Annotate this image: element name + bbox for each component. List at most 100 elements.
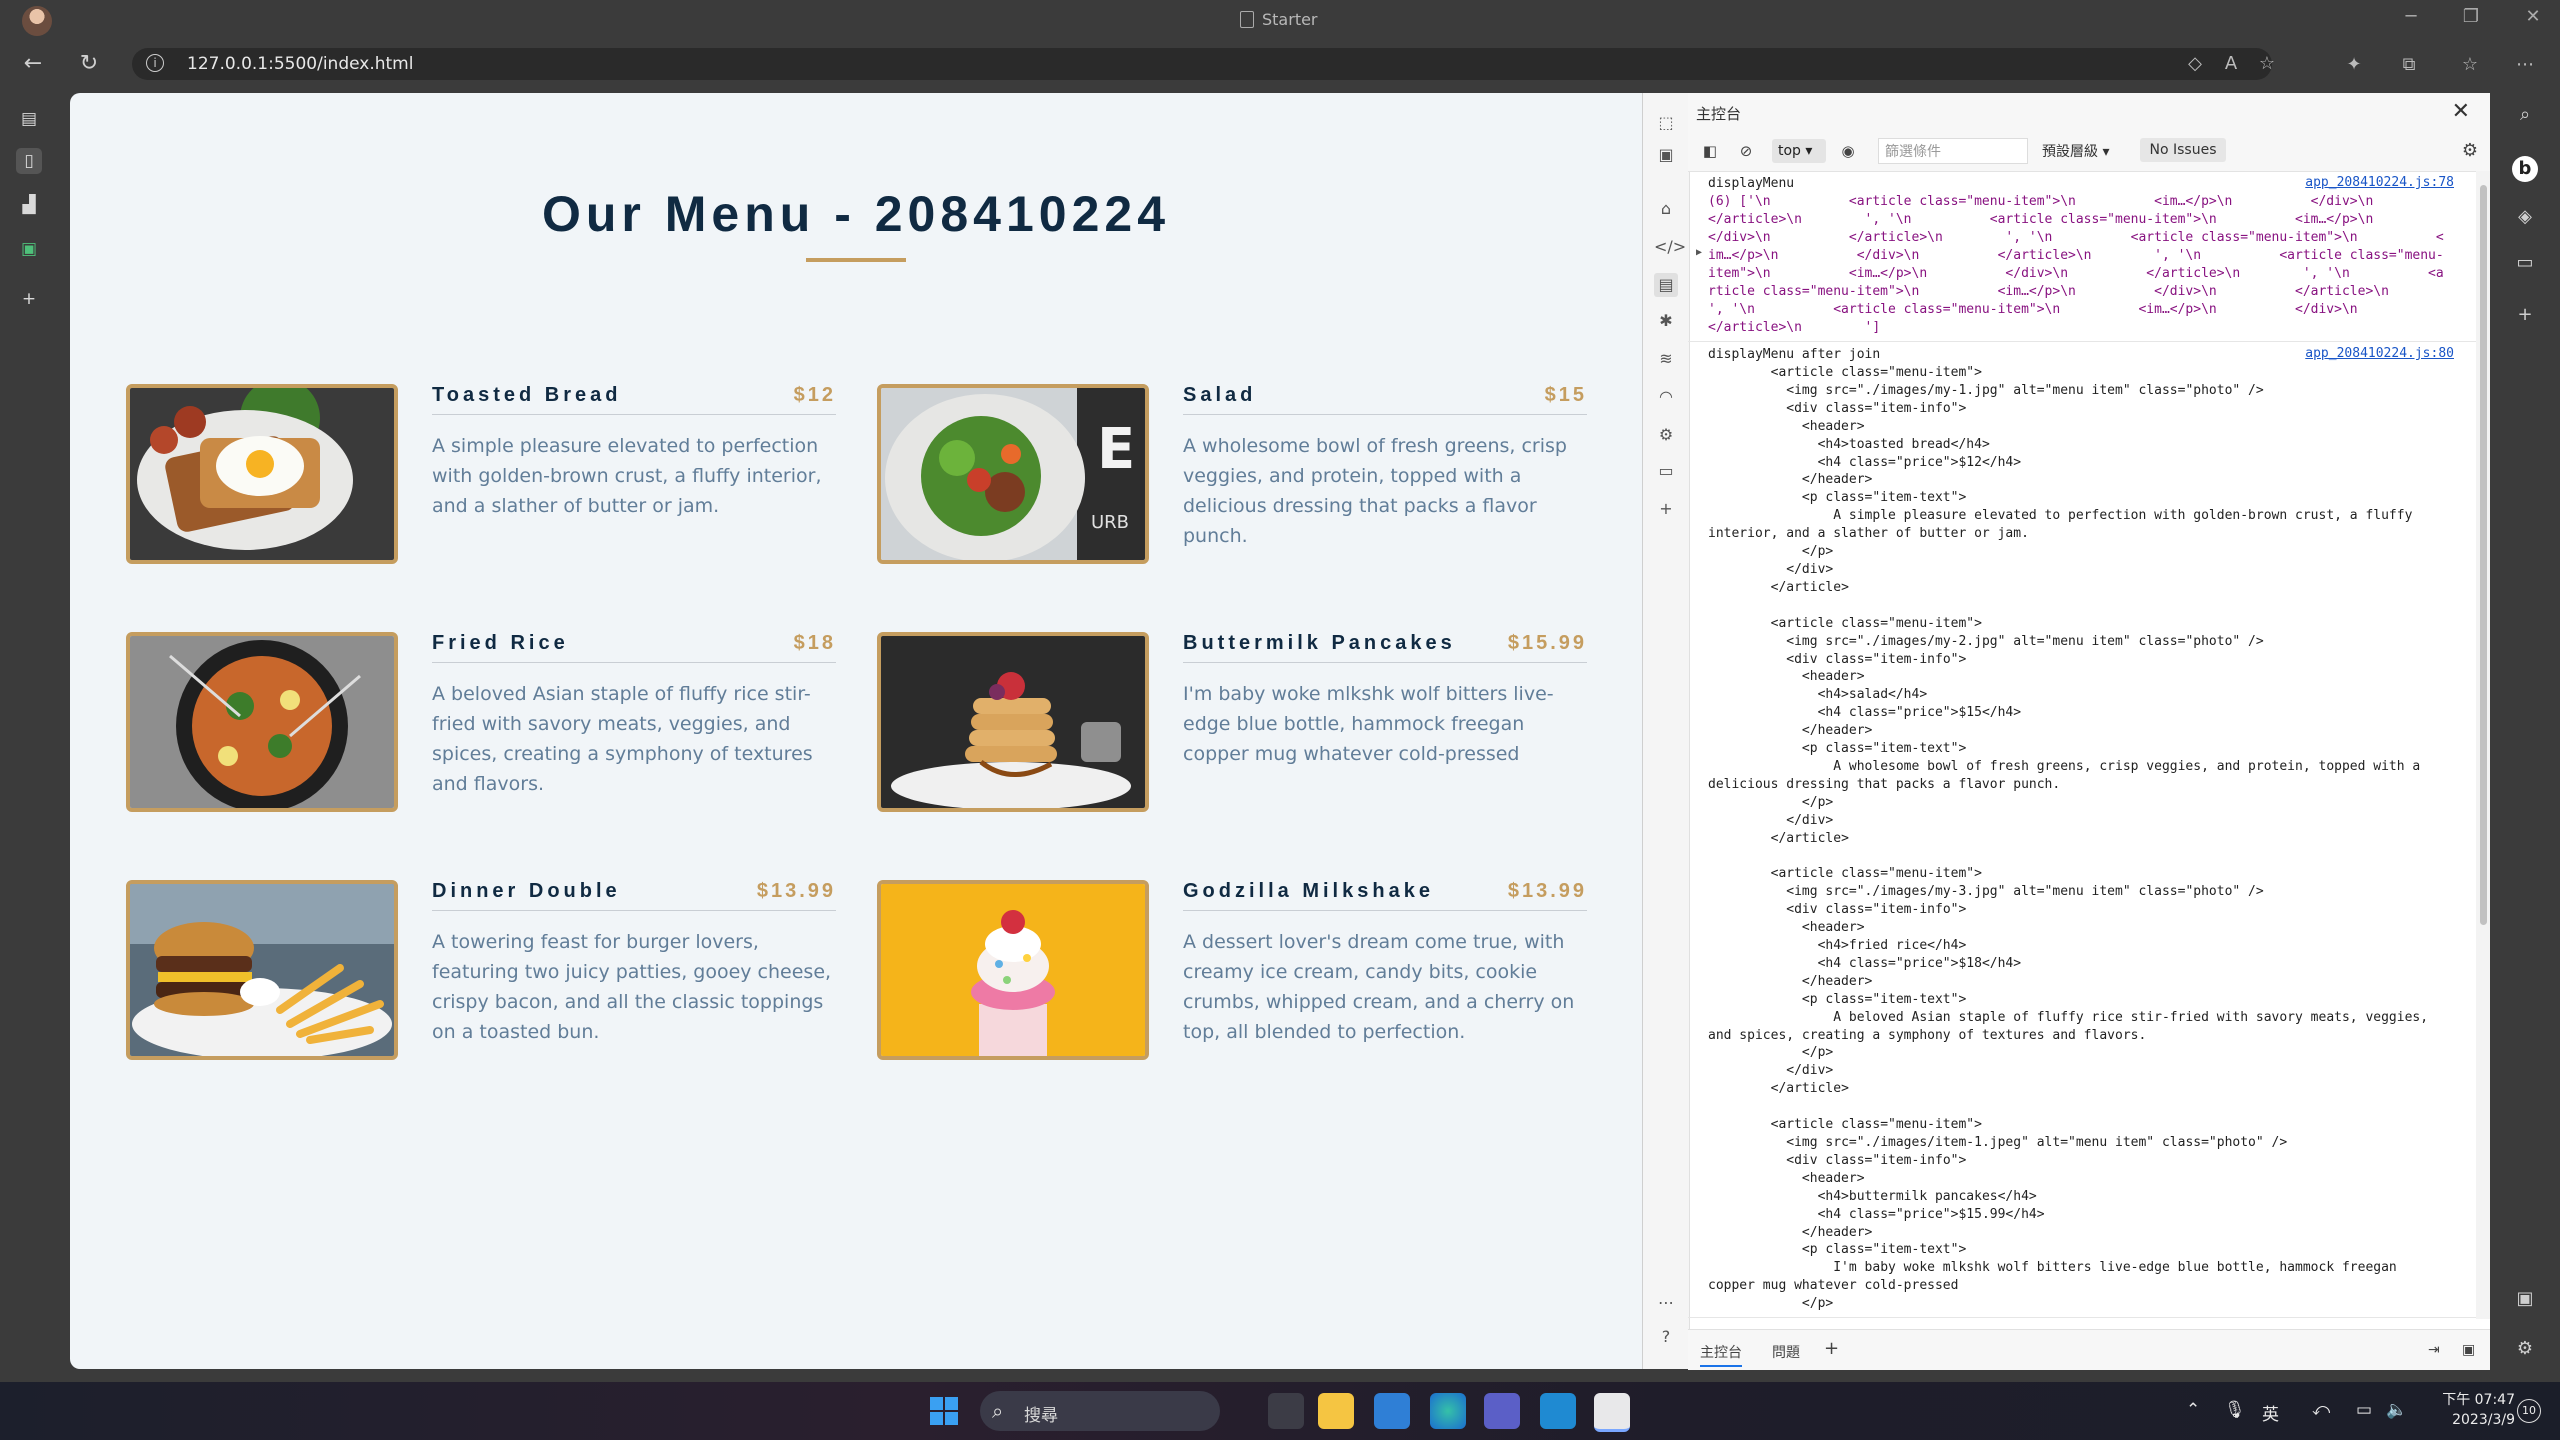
menu-item: Fried Rice $18 A beloved Asian staple of…	[126, 632, 862, 822]
show-hidden-icons-icon[interactable]: ⌃	[2186, 1400, 2200, 1420]
volume-icon[interactable]: 🔈	[2386, 1400, 2407, 1420]
item-header: Buttermilk Pancakes $15.99	[1183, 632, 1587, 663]
menu-item: Toasted Bread $12 A simple pleasure elev…	[126, 384, 862, 574]
console-icon[interactable]: ▤	[1654, 273, 1678, 297]
item-text: A wholesome bowl of fresh greens, crisp …	[1183, 435, 1567, 547]
settings-gear-icon[interactable]: ⚙	[1654, 423, 1678, 447]
item-info: Buttermilk Pancakes $15.99 I'm baby woke…	[1183, 632, 1587, 769]
joined-html-output: <article class="menu-item"> <img src="./…	[1708, 365, 2429, 1312]
extension-icon[interactable]: ✦	[2343, 54, 2365, 76]
console-message: displayMenu app_208410224.js:78 ▶ (6) ['…	[1688, 171, 2476, 342]
close-window-icon[interactable]: ✕	[2518, 6, 2548, 27]
photo-buttermilk-pancakes	[877, 632, 1149, 812]
item-info: Toasted Bread $12 A simple pleasure elev…	[432, 384, 836, 521]
microphone-muted-icon[interactable]: 🎙	[2224, 1400, 2246, 1420]
item-text: I'm baby woke mlkshk wolf bitters live-e…	[1183, 683, 1554, 765]
console-settings-icon[interactable]: ⚙	[2462, 140, 2478, 161]
tab-chart-icon[interactable]: ▣	[16, 236, 42, 262]
item-price: $12	[793, 384, 836, 406]
dock-icon[interactable]: ⇥	[2428, 1342, 2440, 1358]
bing-icon[interactable]: b	[2512, 156, 2538, 182]
more-options-icon[interactable]: ⋯	[1654, 1291, 1678, 1315]
filter-input[interactable]: 篩選條件	[1878, 138, 2028, 164]
vertical-tabs-bar: ▤ ▯ ▟ ▣ +	[0, 86, 58, 1382]
application-icon[interactable]: ▭	[1654, 459, 1678, 483]
source-link[interactable]: app_208410224.js:80	[2305, 346, 2454, 361]
notification-badge[interactable]: 10	[2517, 1399, 2541, 1423]
start-windows-icon[interactable]	[926, 1393, 962, 1429]
source-link[interactable]: app_208410224.js:78	[2305, 175, 2454, 190]
array-preview[interactable]: (6) ['\n <article class="menu-item">\n <…	[1708, 193, 2448, 337]
more-tools-plus-icon[interactable]: +	[1654, 497, 1678, 521]
item-text: A simple pleasure elevated to perfection…	[432, 435, 822, 517]
expand-triangle-icon[interactable]: ▶	[1696, 247, 1702, 258]
search-icon: ⌕	[992, 1399, 1004, 1423]
tab-issues[interactable]: 問題	[1772, 1342, 1800, 1362]
tag-icon[interactable]: ◇	[2184, 53, 2206, 75]
add-sidebar-icon[interactable]: +	[2512, 302, 2538, 328]
mail-icon[interactable]	[1374, 1393, 1410, 1429]
elements-icon[interactable]: </>	[1654, 235, 1686, 259]
clear-console-icon[interactable]: ⊘	[1736, 141, 1756, 161]
console-toolbar: ◧ ⊘ top ▾ ◉ 篩選條件 預設層級 ▾ No Issues ⚙	[1688, 131, 2490, 172]
network-wifi-icon[interactable]: ≋	[1654, 347, 1678, 371]
more-menu-icon[interactable]: ⋯	[2514, 54, 2536, 76]
console-output: displayMenu app_208410224.js:78 ▶ (6) ['…	[1688, 171, 2476, 1319]
back-icon[interactable]: ←	[20, 51, 46, 77]
add-drawer-tab-icon[interactable]: +	[1824, 1338, 1839, 1359]
add-favorite-icon[interactable]: ☆	[2256, 53, 2278, 75]
help-icon[interactable]: ?	[1654, 1325, 1678, 1349]
sidebar-toggle-icon[interactable]: ◧	[1700, 141, 1720, 161]
task-view-icon[interactable]	[1268, 1393, 1304, 1429]
sidebar-layout-icon[interactable]: ▣	[2512, 1286, 2538, 1312]
new-tab-icon[interactable]: +	[16, 286, 42, 312]
tab-actions-icon[interactable]: ▤	[16, 106, 42, 132]
page-title: Our Menu - 208410224	[541, 186, 1171, 242]
window-titlebar: Starter ─ ❐ ✕	[0, 0, 2560, 42]
tools-briefcase-icon[interactable]: ▭	[2512, 250, 2538, 276]
file-explorer-icon[interactable]	[1318, 1393, 1354, 1429]
vscode-icon[interactable]	[1540, 1393, 1576, 1429]
teams-icon[interactable]	[1484, 1393, 1520, 1429]
minimize-icon[interactable]: ─	[2396, 6, 2426, 27]
read-aloud-icon[interactable]: A	[2220, 53, 2242, 75]
search-icon[interactable]: ⌕	[2512, 102, 2538, 128]
shopping-tag-icon[interactable]: ◈	[2512, 204, 2538, 230]
edge-dev-icon[interactable]	[1430, 1393, 1466, 1429]
taskbar-search[interactable]: ⌕ 搜尋	[980, 1391, 1220, 1431]
item-text: A towering feast for burger lovers, feat…	[432, 931, 832, 1043]
input-switch-icon[interactable]: ⤺	[2312, 1400, 2330, 1420]
scrollbar-thumb[interactable]	[2480, 185, 2487, 925]
undock-drawer-icon[interactable]: ▣	[2462, 1342, 2475, 1358]
tab-console[interactable]: 主控台	[1700, 1342, 1742, 1367]
context-select[interactable]: top ▾	[1772, 139, 1826, 163]
performance-icon[interactable]: ◠	[1654, 385, 1678, 409]
tab-app-icon[interactable]: ▟	[16, 192, 42, 218]
log-level-select[interactable]: 預設層級 ▾	[2042, 141, 2109, 161]
url-text[interactable]: 127.0.0.1:5500/index.html	[187, 54, 413, 74]
restore-icon[interactable]: ❐	[2456, 6, 2486, 27]
snipping-tool-icon[interactable]	[1594, 1393, 1630, 1432]
profile-avatar[interactable]	[22, 6, 52, 36]
console-scrollbar[interactable]	[2476, 171, 2490, 1319]
live-expression-eye-icon[interactable]: ◉	[1838, 141, 1858, 161]
sources-bug-icon[interactable]: ✱	[1654, 309, 1678, 333]
taskbar-clock[interactable]: 下午 07:47 2023/3/9	[2425, 1390, 2515, 1430]
tab-starter-icon[interactable]: ▯	[16, 148, 42, 174]
device-emulation-icon[interactable]: ▣	[1654, 143, 1678, 167]
network-icon[interactable]: ▭	[2356, 1400, 2372, 1420]
url-box[interactable]: i 127.0.0.1:5500/index.html ◇ A ☆	[132, 48, 2275, 80]
menu-item: Dinner Double $13.99 A towering feast fo…	[126, 880, 862, 1070]
info-icon[interactable]: i	[146, 54, 164, 72]
issues-button[interactable]: No Issues	[2140, 138, 2226, 162]
welcome-home-icon[interactable]: ⌂	[1654, 197, 1678, 221]
item-price: $18	[793, 632, 836, 654]
refresh-icon[interactable]: ↻	[76, 51, 102, 77]
ime-indicator[interactable]: 英	[2262, 1400, 2279, 1425]
extensions-puzzle-icon[interactable]: ⧉	[2398, 54, 2420, 76]
item-name: Salad	[1183, 384, 1257, 406]
favorites-icon[interactable]: ☆	[2459, 54, 2481, 76]
sidebar-settings-icon[interactable]: ⚙	[2512, 1336, 2538, 1362]
inspect-icon[interactable]: ⬚	[1654, 111, 1678, 135]
close-panel-icon[interactable]: ✕	[2452, 99, 2470, 124]
